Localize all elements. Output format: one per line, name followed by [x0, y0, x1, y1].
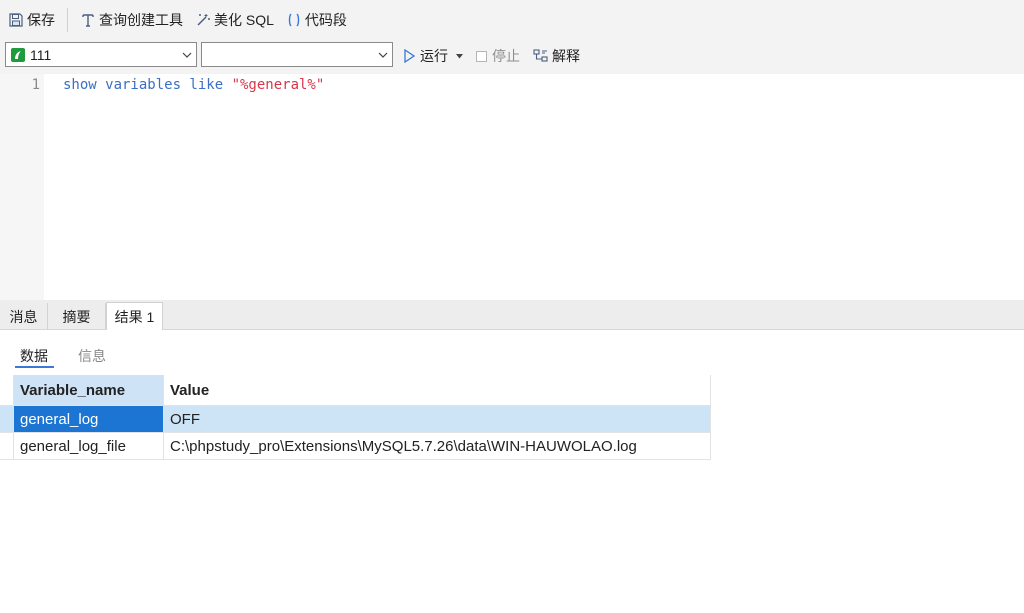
subtab-data[interactable]: 数据 — [20, 346, 48, 366]
table-cell[interactable]: general_log — [14, 406, 164, 433]
save-button[interactable]: 保存 — [2, 6, 61, 34]
tab-messages[interactable]: 消息 — [0, 303, 48, 330]
save-label: 保存 — [27, 12, 55, 28]
table-cell[interactable]: general_log_file — [14, 433, 164, 460]
row-marker[interactable] — [0, 433, 14, 460]
tab-summary-label: 摘要 — [62, 308, 91, 325]
beautify-sql-label: 美化 SQL — [214, 12, 274, 28]
row-header-corner — [0, 375, 14, 406]
magic-wand-icon — [195, 12, 211, 28]
active-subtab-indicator — [15, 366, 54, 368]
connection-icon — [10, 47, 26, 63]
snippet-label: 代码段 — [304, 12, 347, 28]
table-row[interactable]: general_log OFF — [0, 406, 711, 433]
stop-icon — [476, 50, 487, 62]
query-builder-button[interactable]: 查询创建工具 — [74, 6, 189, 34]
tab-messages-label: 消息 — [9, 308, 38, 325]
code-keywords: show variables like — [63, 77, 232, 93]
play-icon — [403, 49, 415, 63]
column-header-value[interactable]: Value — [164, 375, 711, 406]
database-select[interactable] — [201, 42, 393, 67]
query-toolbar: 111 运行 停止 解释 — [0, 40, 1024, 74]
snippet-button[interactable]: 代码段 — [280, 6, 353, 34]
tab-result-1-label: 结果 1 — [114, 308, 155, 325]
run-dropdown-icon[interactable] — [456, 53, 463, 59]
tab-result-1[interactable]: 结果 1 — [106, 302, 163, 330]
run-label: 运行 — [420, 48, 448, 64]
run-button[interactable]: 运行 — [403, 44, 463, 68]
explain-icon — [533, 48, 549, 64]
subtab-info[interactable]: 信息 — [78, 346, 106, 366]
line-gutter: 1 — [0, 74, 44, 300]
row-marker[interactable] — [0, 406, 14, 433]
tab-summary[interactable]: 摘要 — [48, 303, 106, 330]
save-icon — [8, 12, 24, 28]
table-cell[interactable]: C:\phpstudy_pro\Extensions\MySQL5.7.26\d… — [164, 433, 711, 460]
table-row[interactable]: general_log_file C:\phpstudy_pro\Extensi… — [0, 433, 711, 460]
result-tab-bar: 消息 摘要 结果 1 — [0, 300, 1024, 330]
line-number: 1 — [31, 77, 40, 93]
sql-editor[interactable]: 1 show variables like "%general%" — [0, 74, 1024, 300]
chevron-down-icon — [178, 52, 196, 58]
toolbar-divider — [67, 8, 68, 32]
code-line[interactable]: show variables like "%general%" — [63, 77, 324, 93]
query-builder-label: 查询创建工具 — [99, 12, 183, 28]
code-string: "%general%" — [231, 77, 325, 93]
explain-label: 解释 — [552, 48, 580, 64]
snippet-icon — [286, 12, 302, 28]
table-cell[interactable]: OFF — [164, 406, 711, 433]
stop-button[interactable]: 停止 — [476, 44, 520, 68]
beautify-sql-button[interactable]: 美化 SQL — [189, 6, 280, 34]
explain-button[interactable]: 解释 — [533, 44, 580, 68]
connection-select[interactable]: 111 — [5, 42, 197, 67]
grid-header-row: Variable_name Value — [0, 375, 711, 406]
column-header-variable-name[interactable]: Variable_name — [14, 375, 164, 406]
query-builder-icon — [80, 12, 96, 28]
result-subtabs: 数据 信息 — [0, 330, 1024, 375]
chevron-down-icon — [374, 52, 392, 58]
stop-label: 停止 — [492, 48, 520, 64]
connection-value: 111 — [30, 46, 52, 63]
main-toolbar: 保存 查询创建工具 美化 SQL 代码段 — [0, 0, 1024, 40]
